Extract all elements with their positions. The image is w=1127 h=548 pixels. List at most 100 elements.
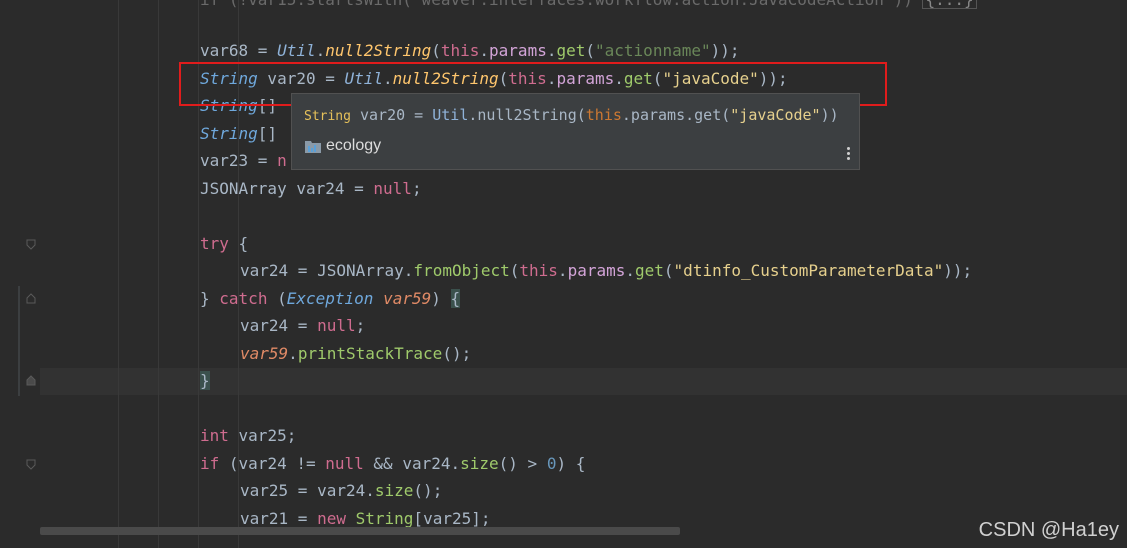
code-token: var23: [200, 151, 249, 170]
code-token: null2String: [325, 41, 432, 60]
code-token: "actionname": [595, 41, 711, 60]
code-line[interactable]: }: [200, 367, 210, 394]
popup-token: "javaCode": [730, 106, 821, 124]
code-token: String: [355, 509, 414, 528]
code-line[interactable]: var24 = null;: [240, 312, 365, 339]
indent-guide: [158, 0, 159, 548]
code-token: null: [317, 316, 356, 335]
code-token: size: [374, 481, 414, 500]
code-token: !=: [286, 454, 326, 473]
code-token: .: [557, 261, 568, 280]
code-line[interactable]: var59.printStackTrace();: [240, 340, 471, 367]
code-token: fromObject: [413, 261, 510, 280]
code-token: ));: [943, 261, 973, 280]
code-token: ): [431, 289, 441, 308]
code-line[interactable]: if (!var15.startsWith("weaver.interfaces…: [200, 0, 977, 13]
code-token: (: [509, 261, 520, 280]
code-token: }: [200, 371, 210, 390]
code-token: JSONArray: [200, 179, 287, 198]
code-token: new: [317, 509, 346, 528]
code-line[interactable]: if (var24 != null && var24.size() > 0) {: [200, 450, 585, 477]
popup-name: var20 =: [350, 106, 433, 124]
code-token: String: [200, 124, 258, 143]
code-token: var21: [240, 509, 289, 528]
popup-type: String: [304, 109, 351, 124]
code-token: ;: [355, 316, 366, 335]
popup-signature: String var20 = Util.null2String(this.par…: [304, 106, 839, 124]
code-token: "dtinfo_CustomParameterData": [673, 261, 944, 280]
code-token: var25: [240, 481, 289, 500]
folded-region[interactable]: {...}: [922, 0, 977, 9]
fold-icon[interactable]: [25, 293, 37, 305]
code-token: Exception: [286, 289, 374, 308]
code-token: =: [288, 316, 318, 335]
code-token: get: [635, 261, 664, 280]
code-token: =: [288, 481, 318, 500]
code-token: null: [325, 454, 364, 473]
code-token: var68: [200, 41, 249, 60]
code-token: var24: [317, 481, 366, 500]
code-token: .: [315, 41, 326, 60]
code-token: var59: [383, 289, 432, 308]
code-token: var24: [240, 316, 289, 335]
code-token: .: [288, 344, 298, 363]
change-marker: [18, 286, 20, 396]
code-token: }: [200, 289, 210, 308]
code-token: ();: [442, 344, 472, 363]
code-token: printStackTrace: [297, 344, 443, 363]
code-token: >: [517, 454, 547, 473]
code-token: =: [344, 179, 374, 198]
code-line[interactable]: var68 = Util.null2String(this.params.get…: [200, 37, 740, 64]
code-token: ));: [710, 41, 740, 60]
code-token: (: [663, 261, 674, 280]
code-token: ];: [471, 509, 491, 528]
more-vertical-icon[interactable]: [847, 147, 851, 163]
code-line[interactable]: int var25;: [200, 422, 296, 449]
quick-documentation-popup[interactable]: String var20 = Util.null2String(this.par…: [291, 93, 860, 170]
module-name: ecology: [326, 137, 382, 154]
code-token: &&: [363, 454, 403, 473]
editor-gutter: [0, 0, 40, 548]
code-token: catch: [219, 289, 268, 308]
code-token: ;: [286, 426, 297, 445]
code-token: .: [450, 454, 461, 473]
popup-token: Util: [432, 106, 469, 124]
code-token: =: [248, 151, 278, 170]
fold-icon[interactable]: [25, 458, 37, 470]
code-token: .: [403, 261, 414, 280]
code-line[interactable]: var25 = var24.size();: [240, 477, 442, 504]
code-token: ();: [413, 481, 443, 500]
horizontal-scrollbar[interactable]: [40, 527, 680, 535]
code-token: Util: [277, 41, 316, 60]
code-token: size: [460, 454, 499, 473]
code-token: .: [479, 41, 490, 60]
code-line[interactable]: JSONArray var24 = null;: [200, 175, 422, 202]
fold-icon[interactable]: [25, 375, 37, 387]
fold-icon[interactable]: [25, 238, 37, 250]
code-line[interactable]: try {: [200, 230, 248, 257]
code-line[interactable]: var23 = n: [200, 147, 287, 174]
code-token: n: [277, 151, 287, 170]
code-token: int: [200, 426, 229, 445]
code-token: if: [200, 454, 220, 473]
code-token: =: [248, 41, 278, 60]
code-line[interactable]: var24 = JSONArray.fromObject(this.params…: [240, 257, 972, 284]
code-token: var24: [286, 179, 345, 198]
code-token: (: [431, 41, 441, 60]
code-token: var24: [238, 454, 287, 473]
code-token: params: [567, 261, 626, 280]
code-line[interactable]: } catch (Exception var59) {: [200, 285, 461, 312]
code-token: var24: [402, 454, 451, 473]
watermark: CSDN @Ha1ey: [978, 519, 1119, 541]
code-token: this: [519, 261, 558, 280]
code-token: .: [365, 481, 375, 500]
code-token: (: [585, 41, 596, 60]
popup-module[interactable]: ecology: [304, 137, 381, 155]
module-icon: [304, 138, 322, 154]
code-line[interactable]: String[]: [200, 120, 277, 147]
code-token: if (!var15.startsWith("weaver.interfaces…: [200, 0, 922, 9]
code-token: var25: [228, 426, 287, 445]
popup-token: this: [585, 106, 622, 124]
code-token: []: [257, 124, 278, 143]
code-token: params: [489, 41, 547, 60]
